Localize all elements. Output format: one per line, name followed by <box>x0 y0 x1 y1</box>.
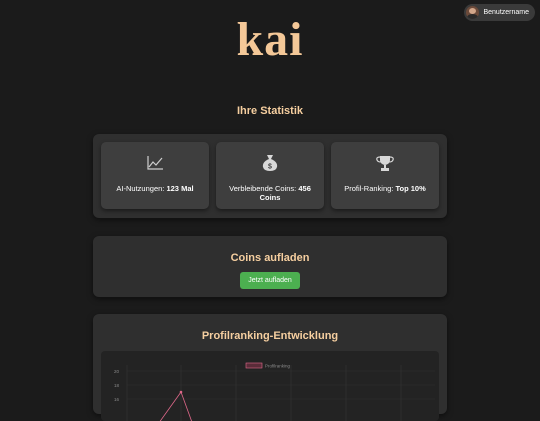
line-chart-icon <box>147 156 163 170</box>
chart-area: 20 18 16 Profilranking <box>101 351 439 421</box>
stat-label-ranking: Profil-Ranking: <box>344 184 394 193</box>
stat-value-ranking: Top 10% <box>395 184 426 193</box>
legend-label: Profilranking <box>265 363 291 368</box>
data-point <box>179 390 183 394</box>
stat-card-ai-usage: AI-Nutzungen: 123 Mal <box>101 142 209 209</box>
y-tick-label: 20 <box>114 369 120 374</box>
y-tick-label: 18 <box>114 383 120 388</box>
chart-title: Profilranking-Entwicklung <box>201 330 339 342</box>
stat-card-coins: $ Verbleibende Coins: 456 Coins <box>216 142 324 209</box>
y-tick-label: 16 <box>114 397 120 402</box>
stats-title: Ihre Statistik <box>236 105 304 117</box>
series-line <box>159 391 182 421</box>
stat-label-coins: Verbleibende Coins: <box>229 184 297 193</box>
coins-title: Coins aufladen <box>230 252 310 264</box>
stat-card-ranking: Profil-Ranking: Top 10% <box>331 142 439 209</box>
ranking-chart: 20 18 16 Profilranking <box>114 362 435 421</box>
stats-panel: AI-Nutzungen: 123 Mal $ Verbleibende Coi… <box>93 134 447 218</box>
stat-label-ai-usage: AI-Nutzungen: <box>116 184 165 193</box>
topup-button[interactable]: Jetzt aufladen <box>240 272 300 289</box>
svg-text:$: $ <box>268 164 272 171</box>
coins-panel: Coins aufladen Jetzt aufladen <box>93 236 447 297</box>
series-line-tail <box>180 391 192 421</box>
money-bag-icon: $ <box>262 155 278 171</box>
stat-value-ai-usage: 123 Mal <box>166 184 194 193</box>
legend-swatch <box>245 362 263 369</box>
app-logo: kai <box>236 13 304 66</box>
trophy-icon <box>376 156 394 171</box>
ranking-chart-panel: Profilranking-Entwicklung 20 18 16 Profilra… <box>93 314 447 421</box>
